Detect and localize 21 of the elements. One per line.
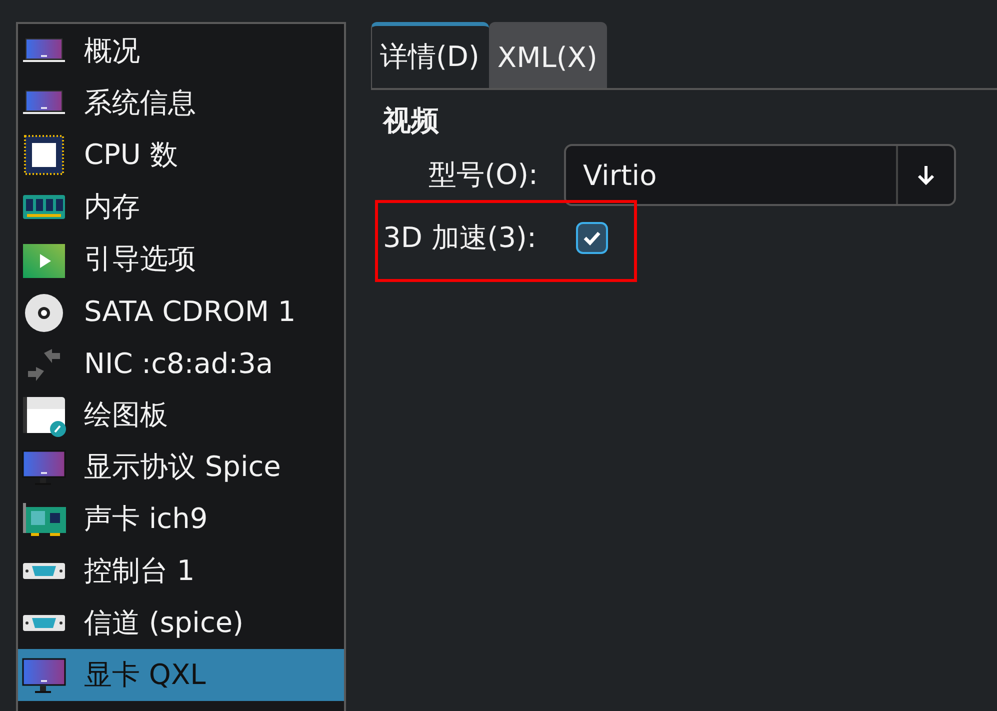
device-list-item[interactable]: 引导选项 [18,233,344,285]
section-title: 视频 [383,103,440,139]
device-list-item[interactable]: 显示协议 Spice [18,441,344,493]
device-list-item[interactable]: CPU 数 [18,129,344,181]
field-label: 型号(O): [428,157,538,193]
field-label: 3D 加速(3): [383,220,538,256]
tab[interactable]: 详情(D) [371,22,490,88]
device-list-item[interactable]: 内存 [18,181,344,233]
checkbox[interactable] [576,222,608,254]
device-list-item[interactable]: 控制台 1 [18,545,344,597]
device-list-item[interactable]: 声卡 ich9 [18,493,344,545]
device-list-item[interactable]: 概况 [18,25,344,77]
device-list-item[interactable]: 信道 (spice) [18,597,344,649]
device-list-item[interactable]: 绘图板 [18,389,344,441]
device-list-item[interactable]: SATA CDROM 1 [18,285,344,337]
device-list-item[interactable]: NIC :c8:ad:3a [18,337,344,389]
model-dropdown[interactable]: Virtio [564,144,956,206]
chip-icon [22,133,66,177]
device-list-item[interactable]: 系统信息 [18,77,344,129]
device-list-item[interactable]: 显卡 QXL [18,649,344,701]
tab[interactable]: XML(X) [489,22,608,88]
